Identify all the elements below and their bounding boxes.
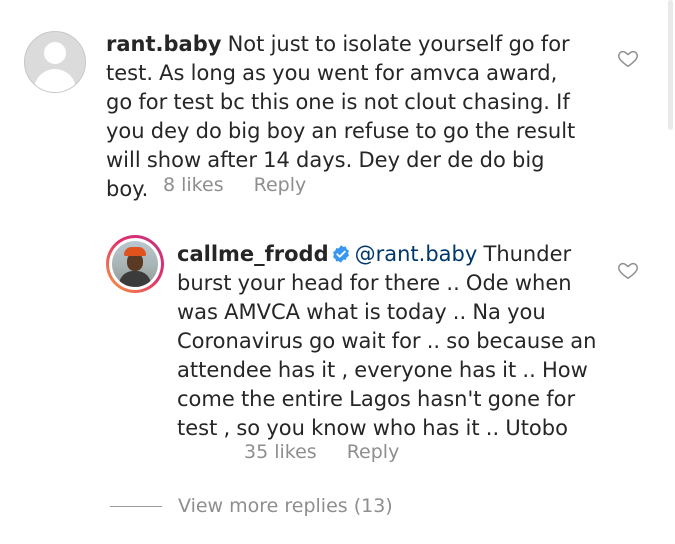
avatar-head-shape: [44, 42, 66, 64]
reply-body: callme_frodd @rant.baby Thunder burst yo…: [177, 240, 607, 443]
profile-photo: [112, 241, 158, 287]
avatar-body-shape: [34, 69, 76, 92]
comment-meta: 8 likes Reply: [163, 174, 306, 196]
default-avatar-icon[interactable]: [24, 31, 86, 93]
view-more-label: View more replies (13): [178, 495, 393, 517]
scrollbar[interactable]: [668, 0, 673, 130]
comment-likes-count[interactable]: 8 likes: [163, 174, 224, 196]
reply-mention-link[interactable]: @rant.baby: [355, 242, 478, 266]
reply-text: Thunder burst your head for there .. Ode…: [177, 242, 597, 440]
view-more-divider: [110, 506, 162, 507]
reply-likes-count[interactable]: 35 likes: [244, 441, 317, 463]
comment-reply-button[interactable]: Reply: [254, 174, 307, 196]
photo-hat: [124, 247, 146, 256]
photo-torso: [119, 271, 151, 287]
heart-outline-icon[interactable]: [617, 259, 639, 281]
comment-username[interactable]: rant.baby: [106, 32, 221, 56]
heart-outline-icon[interactable]: [617, 47, 639, 69]
view-more-replies-button[interactable]: View more replies (13): [110, 495, 393, 517]
reply-meta: 35 likes Reply: [244, 441, 399, 463]
reply-reply-button[interactable]: Reply: [347, 441, 400, 463]
verified-badge-icon: [332, 245, 349, 263]
story-avatar[interactable]: [106, 235, 164, 293]
reply-username[interactable]: callme_frodd: [177, 242, 329, 266]
